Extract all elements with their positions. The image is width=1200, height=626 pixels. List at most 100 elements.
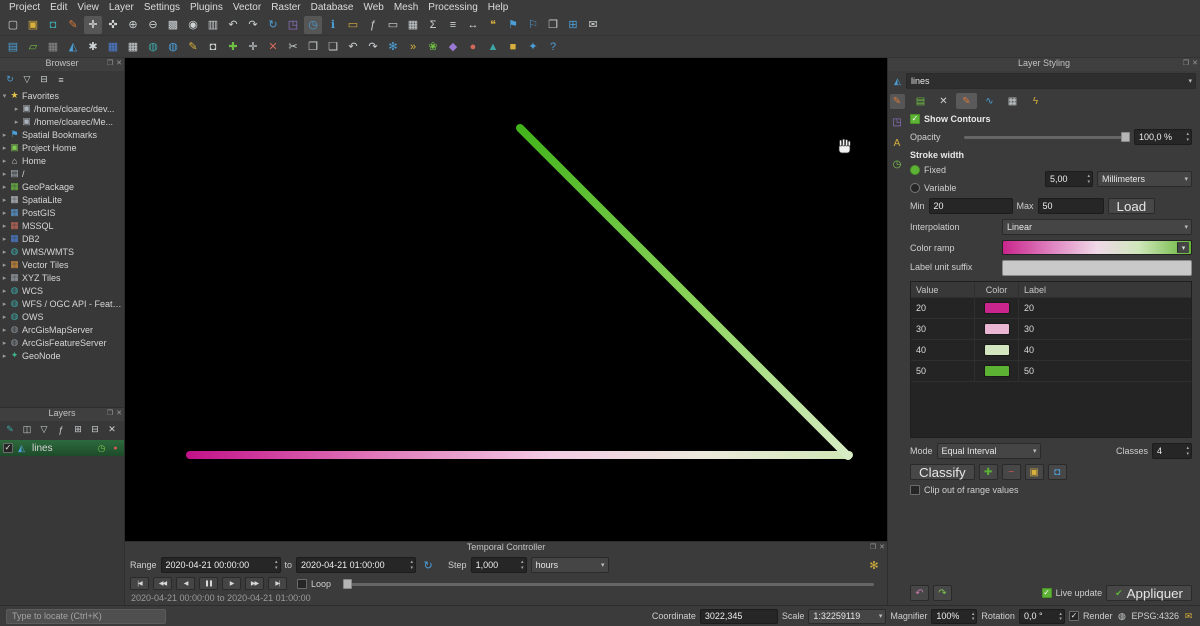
menu-edit[interactable]: Edit	[45, 2, 72, 13]
menu-project[interactable]: Project	[4, 2, 45, 13]
zoom-next-icon[interactable]: ↷	[244, 16, 262, 34]
zoom-full-icon[interactable]: ▩	[164, 16, 182, 34]
labels-tab[interactable]: A	[890, 136, 905, 151]
no-rendering-tab[interactable]: ✕	[933, 93, 954, 109]
save-values-button[interactable]: ◘	[1048, 464, 1067, 480]
manage-map-themes-icon[interactable]: ◫	[20, 423, 34, 437]
show-contours-checkbox[interactable]	[910, 114, 920, 124]
browser-item-favorites[interactable]: ▾ ★ Favorites	[0, 89, 124, 102]
browser-item-ows[interactable]: ▸ ◍ OWS	[0, 310, 124, 323]
magnifier-input[interactable]: 100%	[931, 609, 977, 624]
new-project-icon[interactable]: ▢	[4, 16, 22, 34]
opacity-slider[interactable]	[964, 131, 1130, 143]
value-cell[interactable]: 20	[911, 298, 975, 318]
menu-mesh[interactable]: Mesh	[389, 2, 423, 13]
menu-raster[interactable]: Raster	[266, 2, 305, 13]
pan-to-selection-icon[interactable]: ✜	[104, 16, 122, 34]
value-cell[interactable]: 50	[911, 361, 975, 381]
value-cell[interactable]: 30	[911, 319, 975, 339]
menu-view[interactable]: View	[72, 2, 104, 13]
filter-legend-icon[interactable]: ▽	[37, 423, 51, 437]
zoom-out-icon[interactable]: ⊖	[144, 16, 162, 34]
apply-button[interactable]: Appliquer	[1106, 585, 1192, 601]
play-forward-button[interactable]: ▶	[222, 577, 241, 590]
browser-item-vector-tiles[interactable]: ▸ ▦ Vector Tiles	[0, 258, 124, 271]
browser-item-wcs[interactable]: ▸ ◍ WCS	[0, 284, 124, 297]
undo-style-button[interactable]: ↶	[910, 585, 929, 601]
vectors-tab[interactable]: ∿	[979, 93, 1000, 109]
filter-browser-icon[interactable]: ▽	[20, 73, 34, 87]
expander-icon[interactable]: ▸	[0, 131, 9, 139]
close-panel-icon[interactable]: ✕	[879, 543, 885, 551]
paste-features-icon[interactable]: ❏	[324, 38, 342, 56]
close-panel-icon[interactable]: ✕	[116, 59, 122, 67]
expander-icon[interactable]: ▸	[12, 118, 21, 126]
plugin-icon[interactable]: ■	[504, 38, 522, 56]
collapse-all-icon[interactable]: ⊟	[88, 423, 102, 437]
scale-combo[interactable]: 1:32259119	[808, 609, 886, 624]
skip-to-end-button[interactable]: ▶|	[268, 577, 287, 590]
color-swatch[interactable]	[984, 365, 1010, 377]
min-input[interactable]: 20	[929, 198, 1013, 214]
opacity-slider-handle[interactable]	[1121, 132, 1130, 142]
show-bookmarks-icon[interactable]: ⚐	[524, 16, 542, 34]
expander-icon[interactable]: ▸	[0, 339, 9, 347]
properties-widget-icon[interactable]: ≡	[54, 73, 68, 87]
table-row[interactable]: 40 40	[911, 340, 1191, 361]
cut-features-icon[interactable]: ✂	[284, 38, 302, 56]
label-unit-suffix-input[interactable]	[1002, 260, 1192, 276]
pan-map-icon[interactable]: ✛	[84, 16, 102, 34]
range-end-input[interactable]: 2020-04-21 01:00:00	[296, 557, 416, 573]
color-cell[interactable]	[975, 340, 1019, 360]
expander-icon[interactable]: ▸	[0, 144, 9, 152]
plugin-icon[interactable]: ◆	[444, 38, 462, 56]
float-panel-icon[interactable]: ❐	[107, 59, 113, 67]
expander-icon[interactable]: ▸	[0, 235, 9, 243]
layer-selector-combo[interactable]: lines	[906, 73, 1196, 89]
loop-checkbox[interactable]	[297, 579, 307, 589]
expander-icon[interactable]: ▸	[0, 326, 9, 334]
menu-help[interactable]: Help	[483, 2, 514, 13]
browser-item-folder-dev[interactable]: ▸ ▣ /home/cloarec/dev...	[0, 102, 124, 115]
pause-button[interactable]: ❚❚	[199, 577, 218, 590]
zoom-to-selection-icon[interactable]: ◉	[184, 16, 202, 34]
float-panel-icon[interactable]: ❐	[870, 543, 876, 551]
add-vector-layer-icon[interactable]: ▱	[24, 38, 42, 56]
browser-item-postgis[interactable]: ▸ ▦ PostGIS	[0, 206, 124, 219]
expander-icon[interactable]: ▸	[0, 157, 9, 165]
temporal-settings-icon[interactable]: ✻	[867, 558, 881, 572]
select-by-expression-icon[interactable]: ƒ	[364, 16, 382, 34]
refresh-browser-icon[interactable]: ↻	[3, 73, 17, 87]
browser-item-xyz-tiles[interactable]: ▸ ▦ XYZ Tiles	[0, 271, 124, 284]
expander-icon[interactable]: ▸	[0, 248, 9, 256]
expander-icon[interactable]: ▸	[0, 222, 9, 230]
map-canvas[interactable]	[125, 58, 887, 541]
data-source-manager-icon[interactable]: ⊞	[564, 16, 582, 34]
expander-icon[interactable]: ▾	[0, 92, 9, 100]
step-back-button[interactable]: ◀◀	[153, 577, 172, 590]
browser-item-wms[interactable]: ▸ ◍ WMS/WMTS	[0, 245, 124, 258]
new-3d-map-icon[interactable]: ◳	[284, 16, 302, 34]
averaging-tab[interactable]: ϟ	[1025, 93, 1046, 109]
add-feature-icon[interactable]: ✚	[224, 38, 242, 56]
browser-item-mssql[interactable]: ▸ ▦ MSSQL	[0, 219, 124, 232]
label-cell[interactable]: 20	[1019, 298, 1191, 318]
expander-icon[interactable]: ▸	[0, 183, 9, 191]
table-row[interactable]: 30 30	[911, 319, 1191, 340]
zoom-in-icon[interactable]: ⊕	[124, 16, 142, 34]
browser-item-spatialite[interactable]: ▸ ▦ SpatiaLite	[0, 193, 124, 206]
variable-radio[interactable]	[910, 183, 920, 193]
clip-out-of-range-checkbox[interactable]	[910, 485, 920, 495]
redo-style-button[interactable]: ↷	[933, 585, 952, 601]
skip-to-start-button[interactable]: |◀	[130, 577, 149, 590]
step-input[interactable]: 1,000	[471, 557, 527, 573]
undo-icon[interactable]: ↶	[344, 38, 362, 56]
expander-icon[interactable]: ▸	[0, 261, 9, 269]
expander-icon[interactable]: ▸	[12, 105, 21, 113]
datasets-tab[interactable]: ▤	[910, 93, 931, 109]
color-cell[interactable]	[975, 361, 1019, 381]
load-values-button[interactable]: ▣	[1025, 464, 1044, 480]
plugin-icon[interactable]: ▲	[484, 38, 502, 56]
rotation-input[interactable]: 0,0 °	[1019, 609, 1065, 624]
add-value-button[interactable]: ✚	[979, 464, 998, 480]
